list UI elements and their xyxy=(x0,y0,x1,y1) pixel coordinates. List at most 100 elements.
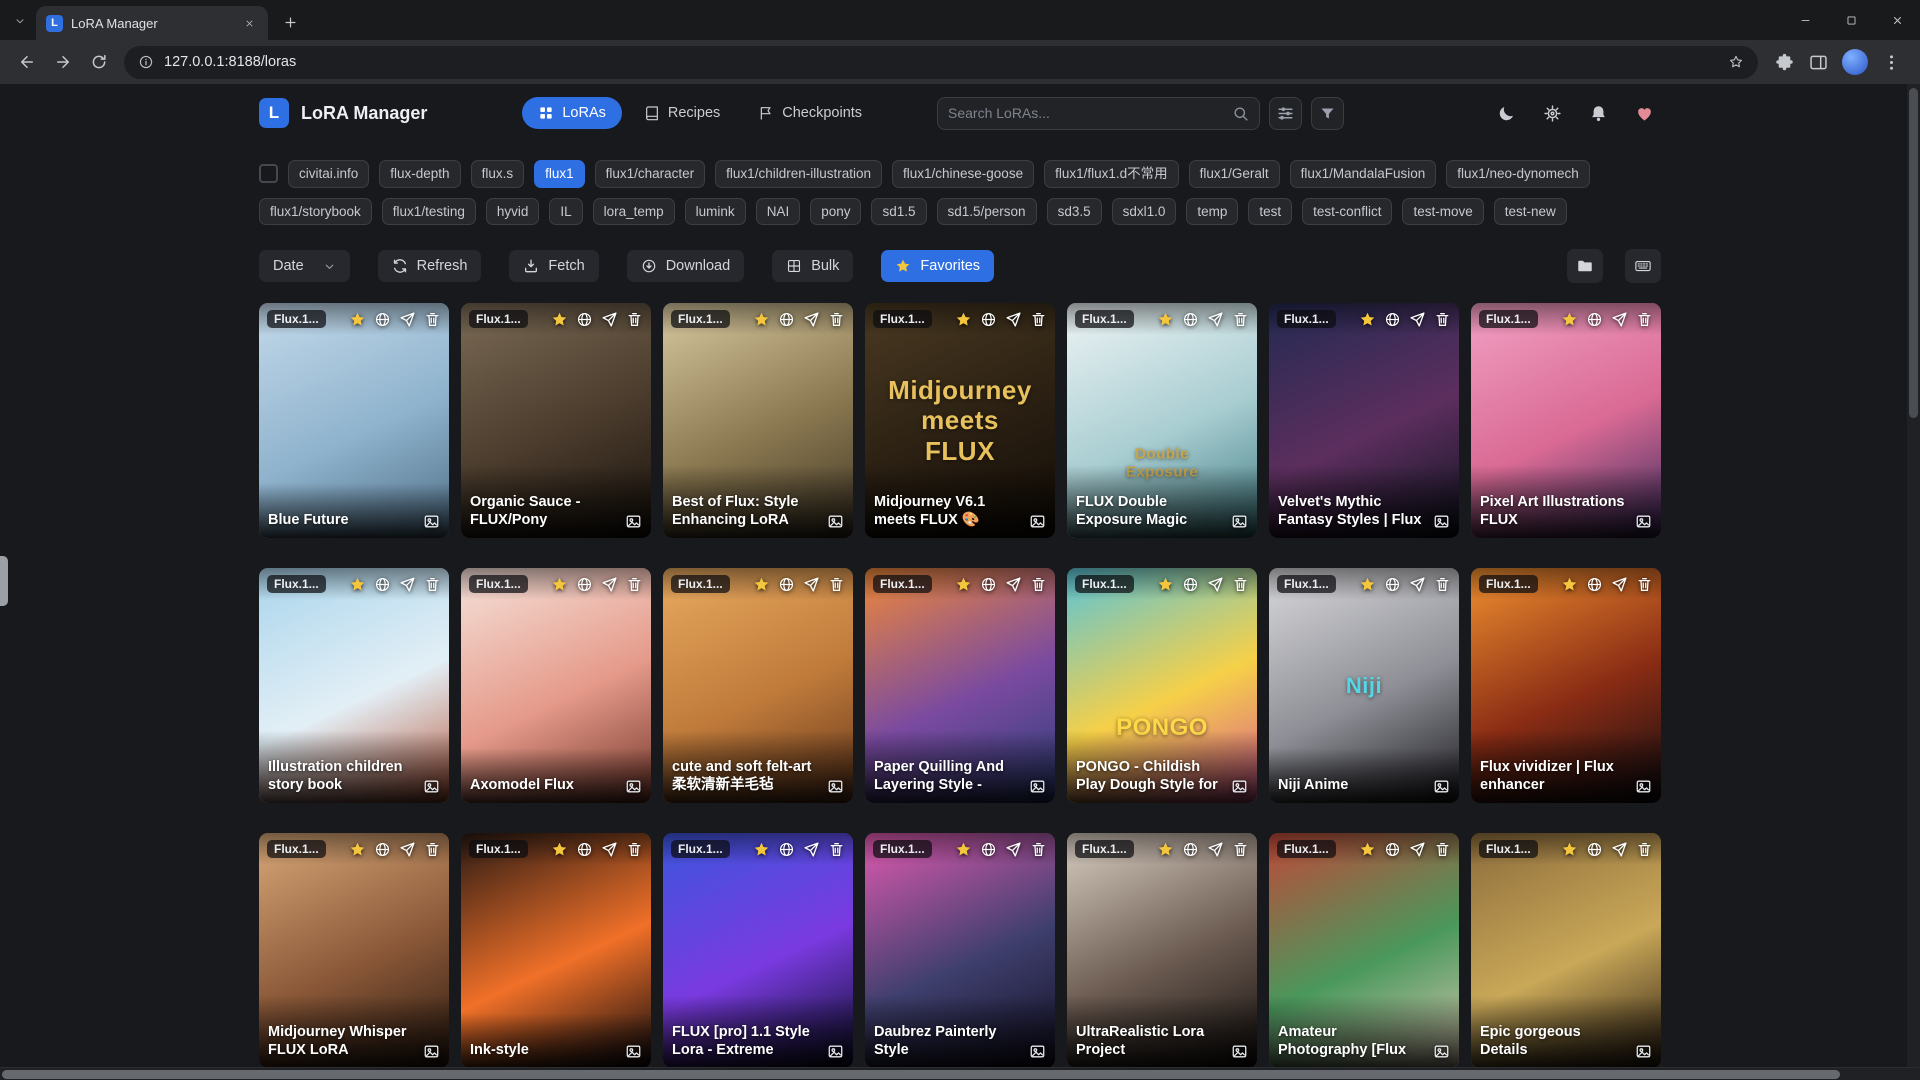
tag-pill[interactable]: sd3.5 xyxy=(1047,198,1102,226)
send-lora-icon[interactable] xyxy=(803,311,820,328)
forward-button[interactable] xyxy=(46,45,80,79)
lora-card[interactable]: Flux.1... Blue Future xyxy=(259,303,449,538)
tag-pill[interactable]: flux1/flux1.d不常用 xyxy=(1044,160,1179,188)
favorite-star-icon[interactable] xyxy=(1157,311,1174,328)
theme-toggle-button[interactable] xyxy=(1489,96,1523,130)
tag-pill[interactable]: IL xyxy=(549,198,582,226)
lora-card[interactable]: Midjourney meets FLUX Flux.1... Midjourn… xyxy=(865,303,1055,538)
civitai-link-icon[interactable] xyxy=(374,311,391,328)
filter-button[interactable] xyxy=(1311,97,1344,130)
delete-lora-icon[interactable] xyxy=(626,576,643,593)
send-lora-icon[interactable] xyxy=(399,841,416,858)
tag-pill[interactable]: lora_temp xyxy=(593,198,675,226)
civitai-link-icon[interactable] xyxy=(374,841,391,858)
horizontal-scrollbar-thumb[interactable] xyxy=(2,1070,1840,1079)
fetch-button[interactable]: Fetch xyxy=(509,250,598,282)
delete-lora-icon[interactable] xyxy=(1232,576,1249,593)
bookmark-star-icon[interactable] xyxy=(1728,54,1744,70)
favorite-star-icon[interactable] xyxy=(1359,576,1376,593)
select-all-checkbox[interactable] xyxy=(259,164,278,183)
tag-pill[interactable]: flux.s xyxy=(471,160,525,188)
lora-card[interactable]: Flux.1... Velvet's Mythic Fantasy Styles… xyxy=(1269,303,1459,538)
send-lora-icon[interactable] xyxy=(1005,841,1022,858)
civitai-link-icon[interactable] xyxy=(1586,576,1603,593)
tag-pill[interactable]: sd1.5/person xyxy=(937,198,1037,226)
send-lora-icon[interactable] xyxy=(399,311,416,328)
delete-lora-icon[interactable] xyxy=(1434,576,1451,593)
civitai-link-icon[interactable] xyxy=(778,841,795,858)
example-images-icon[interactable] xyxy=(1231,778,1248,795)
delete-lora-icon[interactable] xyxy=(424,311,441,328)
maximize-button[interactable] xyxy=(1828,0,1874,40)
delete-lora-icon[interactable] xyxy=(1232,311,1249,328)
sort-dropdown[interactable]: Date xyxy=(259,250,350,282)
delete-lora-icon[interactable] xyxy=(424,841,441,858)
tab-close-button[interactable] xyxy=(240,14,258,32)
favorite-star-icon[interactable] xyxy=(753,841,770,858)
send-lora-icon[interactable] xyxy=(1611,576,1628,593)
civitai-link-icon[interactable] xyxy=(980,841,997,858)
example-images-icon[interactable] xyxy=(1433,513,1450,530)
lora-card[interactable]: Flux.1... Paper Quilling And Layering St… xyxy=(865,568,1055,803)
download-button[interactable]: Download xyxy=(627,250,745,282)
tag-pill[interactable]: lumink xyxy=(685,198,746,226)
profile-avatar[interactable] xyxy=(1842,49,1868,75)
address-bar[interactable]: 127.0.0.1:8188/loras xyxy=(124,46,1758,79)
search-icon[interactable] xyxy=(1232,105,1249,122)
tag-pill[interactable]: flux1/character xyxy=(595,160,706,188)
reload-button[interactable] xyxy=(82,45,116,79)
civitai-link-icon[interactable] xyxy=(1384,311,1401,328)
send-lora-icon[interactable] xyxy=(1005,311,1022,328)
delete-lora-icon[interactable] xyxy=(828,576,845,593)
nav-tab-recipes[interactable]: Recipes xyxy=(628,97,736,129)
send-lora-icon[interactable] xyxy=(601,841,618,858)
favorite-star-icon[interactable] xyxy=(551,841,568,858)
tag-pill[interactable]: temp xyxy=(1186,198,1238,226)
search-options-button[interactable] xyxy=(1269,97,1302,130)
minimize-button[interactable] xyxy=(1782,0,1828,40)
delete-lora-icon[interactable] xyxy=(1434,841,1451,858)
favorite-star-icon[interactable] xyxy=(551,311,568,328)
delete-lora-icon[interactable] xyxy=(1030,841,1047,858)
example-images-icon[interactable] xyxy=(827,1043,844,1060)
delete-lora-icon[interactable] xyxy=(1030,576,1047,593)
tag-pill[interactable]: flux1/storybook xyxy=(259,198,372,226)
tag-pill[interactable]: flux1/MandalaFusion xyxy=(1290,160,1437,188)
send-lora-icon[interactable] xyxy=(399,576,416,593)
tag-pill[interactable]: pony xyxy=(810,198,861,226)
browser-tab[interactable]: L LoRA Manager xyxy=(36,6,268,40)
example-images-icon[interactable] xyxy=(827,513,844,530)
support-button[interactable] xyxy=(1627,96,1661,130)
civitai-link-icon[interactable] xyxy=(778,311,795,328)
nav-tab-loras[interactable]: LoRAs xyxy=(522,97,622,129)
tag-pill[interactable]: test xyxy=(1248,198,1292,226)
civitai-link-icon[interactable] xyxy=(576,841,593,858)
favorite-star-icon[interactable] xyxy=(349,311,366,328)
notifications-button[interactable] xyxy=(1581,96,1615,130)
favorite-star-icon[interactable] xyxy=(955,311,972,328)
lora-card[interactable]: Niji Flux.1... Niji Anime xyxy=(1269,568,1459,803)
example-images-icon[interactable] xyxy=(625,1043,642,1060)
send-lora-icon[interactable] xyxy=(1611,311,1628,328)
delete-lora-icon[interactable] xyxy=(1434,311,1451,328)
tag-pill[interactable]: NAI xyxy=(756,198,801,226)
civitai-link-icon[interactable] xyxy=(374,576,391,593)
civitai-link-icon[interactable] xyxy=(576,576,593,593)
send-lora-icon[interactable] xyxy=(803,841,820,858)
send-lora-icon[interactable] xyxy=(1005,576,1022,593)
example-images-icon[interactable] xyxy=(423,1043,440,1060)
lora-card[interactable]: Flux.1... Illustration children story bo… xyxy=(259,568,449,803)
refresh-button[interactable]: Refresh xyxy=(378,250,482,282)
lora-card[interactable]: Flux.1... Organic Sauce - FLUX/Pony xyxy=(461,303,651,538)
lora-card[interactable]: Flux.1... Best of Flux: Style Enhancing … xyxy=(663,303,853,538)
lora-card[interactable]: PONGO Flux.1... PONGO - Childish Play Do… xyxy=(1067,568,1257,803)
side-drawer-handle[interactable] xyxy=(0,556,8,606)
tag-pill[interactable]: test-move xyxy=(1402,198,1483,226)
tag-pill[interactable]: sdxl1.0 xyxy=(1112,198,1177,226)
tag-pill[interactable]: test-conflict xyxy=(1302,198,1392,226)
lora-card[interactable]: Double Exposure Flux.1... FLUX Double Ex… xyxy=(1067,303,1257,538)
favorite-star-icon[interactable] xyxy=(1359,311,1376,328)
send-lora-icon[interactable] xyxy=(1611,841,1628,858)
delete-lora-icon[interactable] xyxy=(1636,576,1653,593)
favorite-star-icon[interactable] xyxy=(1359,841,1376,858)
